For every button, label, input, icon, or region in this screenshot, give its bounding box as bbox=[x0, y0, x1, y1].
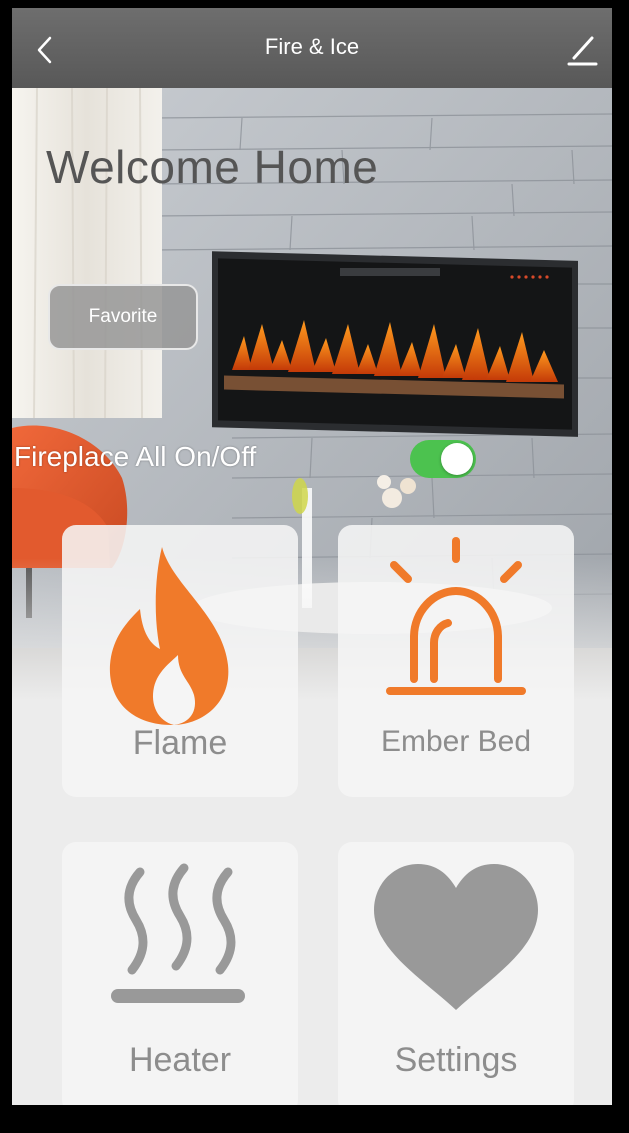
settings-tile[interactable]: Settings bbox=[338, 842, 574, 1105]
alarm-light-icon bbox=[386, 537, 526, 695]
flame-icon bbox=[109, 547, 229, 725]
fireplace-all-toggle[interactable] bbox=[410, 440, 476, 478]
page-title: Fire & Ice bbox=[264, 34, 360, 59]
settings-label: Settings bbox=[394, 1041, 518, 1079]
fireplace-all-toggle-label: Fireplace All On/Off bbox=[14, 441, 257, 472]
nav-bar: Fire & Ice bbox=[12, 8, 612, 88]
flame-label: Flame bbox=[132, 724, 228, 762]
favorite-button[interactable]: Favorite bbox=[48, 284, 198, 350]
welcome-heading: Welcome Home bbox=[46, 141, 379, 193]
toggle-knob bbox=[441, 443, 473, 475]
ember-bed-label: Ember Bed bbox=[380, 725, 532, 758]
heat-waves-icon bbox=[111, 863, 245, 1003]
heart-icon bbox=[374, 864, 538, 1010]
ember-bed-tile[interactable]: Ember Bed bbox=[338, 525, 574, 797]
pencil-icon bbox=[567, 36, 598, 66]
edit-button[interactable] bbox=[562, 30, 602, 70]
heater-label: Heater bbox=[128, 1041, 232, 1079]
flame-tile[interactable]: Flame bbox=[62, 525, 298, 797]
app-screen: Fire & Ice Welcome Home Favorite Firepla… bbox=[12, 8, 612, 1105]
heater-tile[interactable]: Heater bbox=[62, 842, 298, 1105]
